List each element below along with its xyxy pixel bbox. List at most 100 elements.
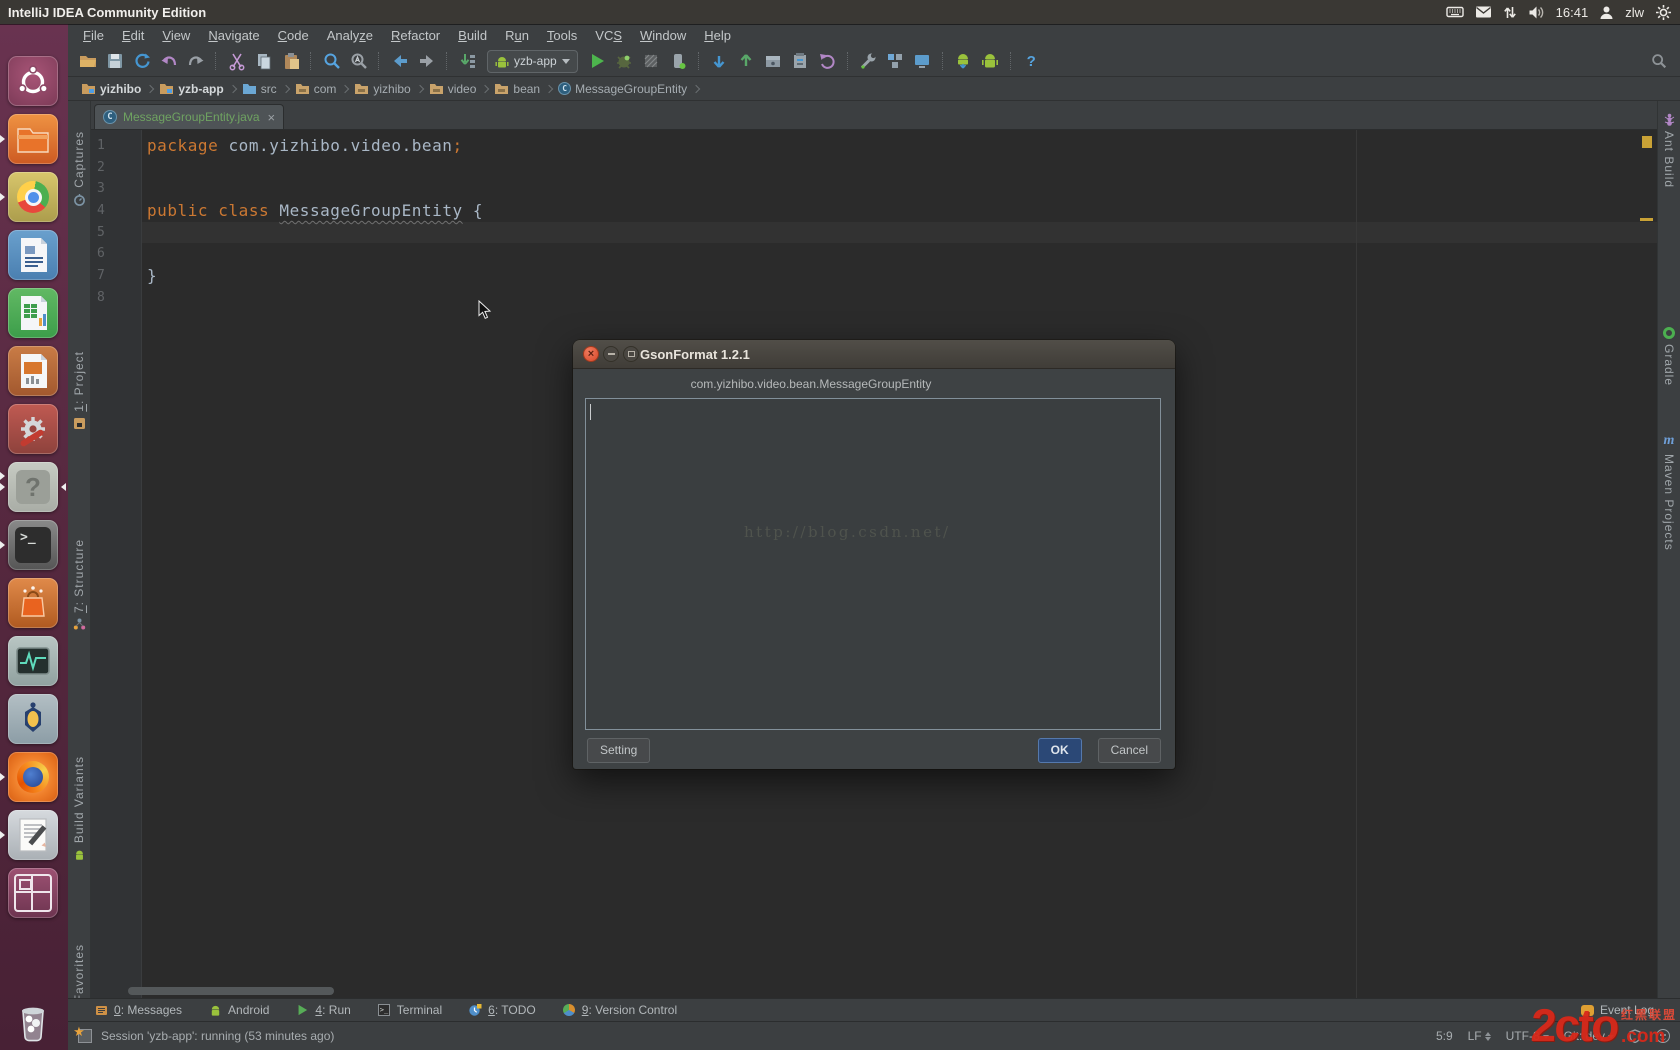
run-button[interactable]	[586, 50, 609, 73]
launcher-item-libreoffice-impress[interactable]	[8, 346, 58, 396]
launcher-item-libreoffice-calc[interactable]	[8, 288, 58, 338]
tab-close-icon[interactable]: ×	[268, 110, 276, 125]
menu-navigate[interactable]: Navigate	[199, 26, 268, 45]
replace-button[interactable]	[347, 50, 370, 73]
back-button[interactable]	[388, 50, 411, 73]
toolwindow-android[interactable]: Android	[208, 1003, 269, 1017]
breadcrumb-item-class[interactable]: CMessageGroupEntity	[555, 81, 690, 97]
attach-debugger-button[interactable]	[667, 50, 690, 73]
help-button[interactable]: ?	[1020, 50, 1043, 73]
run-configuration-select[interactable]: yzb-app	[487, 50, 578, 73]
window-minimize-button[interactable]	[603, 346, 619, 362]
menu-refactor[interactable]: Refactor	[382, 26, 449, 45]
breadcrumb-item-yzb-app[interactable]: yzb-app	[156, 81, 226, 97]
caret-position-widget[interactable]: 5:9	[1436, 1029, 1453, 1043]
paste-button[interactable]	[279, 50, 302, 73]
launcher-item-system-monitor[interactable]	[8, 636, 58, 686]
save-button[interactable]	[103, 50, 126, 73]
project-structure-button[interactable]	[884, 50, 907, 73]
sound-icon[interactable]	[1528, 5, 1545, 20]
error-stripe-warning-indicator[interactable]	[1642, 136, 1652, 148]
clock[interactable]: 16:41	[1556, 5, 1589, 20]
launcher-item-workspace-switcher[interactable]	[8, 868, 58, 918]
error-stripe-mark[interactable]	[1640, 218, 1653, 221]
open-button[interactable]	[76, 50, 99, 73]
vcs-commit-button[interactable]	[735, 50, 758, 73]
toolwindow-version-control[interactable]: 9: Version Control	[562, 1003, 677, 1017]
toolwindow-ant-build[interactable]: Ant Build	[1658, 113, 1680, 188]
menu-view[interactable]: View	[153, 26, 199, 45]
vcs-shelf-button[interactable]	[762, 50, 785, 73]
menu-file[interactable]: File	[74, 26, 113, 45]
toolwindow-build-variants[interactable]: Build Variants	[68, 756, 90, 861]
launcher-item-lantern[interactable]	[8, 694, 58, 744]
window-close-button[interactable]: ×	[583, 346, 599, 362]
debug-button[interactable]	[613, 50, 636, 73]
device-monitor-button[interactable]	[911, 50, 934, 73]
vcs-update-button[interactable]	[708, 50, 731, 73]
cancel-button[interactable]: Cancel	[1098, 738, 1161, 763]
cut-button[interactable]	[225, 50, 248, 73]
redo-button[interactable]	[184, 50, 207, 73]
toolwindow-run[interactable]: 4: Run	[295, 1003, 350, 1017]
toolwindow-todo[interactable]: 6: TODO	[468, 1003, 536, 1017]
breadcrumb-item-video[interactable]: video	[426, 81, 480, 97]
setting-button[interactable]: Setting	[587, 738, 650, 763]
menu-build[interactable]: Build	[449, 26, 496, 45]
launcher-item-dash-home[interactable]	[8, 56, 58, 106]
keyboard-icon[interactable]	[1446, 4, 1464, 20]
launcher-item-terminal[interactable]: >_	[8, 520, 58, 570]
menu-vcs[interactable]: VCS	[586, 26, 631, 45]
horizontal-scrollbar[interactable]	[128, 987, 334, 995]
copy-button[interactable]	[252, 50, 275, 73]
menu-tools[interactable]: Tools	[538, 26, 586, 45]
find-button[interactable]	[320, 50, 343, 73]
menu-edit[interactable]: Edit	[113, 26, 153, 45]
toolwindow-captures[interactable]: Captures	[68, 131, 90, 206]
launcher-item-firefox[interactable]	[8, 752, 58, 802]
breadcrumb-item-yizhibo[interactable]: yizhibo	[78, 81, 144, 97]
network-arrows-icon[interactable]	[1503, 5, 1517, 20]
toolwindow-maven-projects[interactable]: m Maven Projects	[1658, 433, 1680, 551]
toolwindow-structure[interactable]: 7: Structure	[68, 539, 90, 631]
download-sources-button[interactable]	[456, 50, 479, 73]
toolwindow-gradle[interactable]: Gradle	[1658, 327, 1680, 386]
username[interactable]: zlw	[1625, 5, 1644, 20]
vcs-changes-button[interactable]	[789, 50, 812, 73]
session-gear-icon[interactable]	[1655, 4, 1672, 21]
line-separator-widget[interactable]: LF	[1468, 1029, 1491, 1044]
menu-window[interactable]: Window	[631, 26, 695, 45]
coverage-button[interactable]	[640, 50, 663, 73]
search-everywhere-button[interactable]	[1647, 50, 1670, 73]
launcher-item-files[interactable]	[8, 114, 58, 164]
launcher-item-chrome[interactable]	[8, 172, 58, 222]
settings-button[interactable]	[857, 50, 880, 73]
sdk-manager-button[interactable]	[952, 50, 975, 73]
tab-messagegroupentity-java[interactable]: C MessageGroupEntity.java ×	[94, 104, 284, 129]
dialog-title-bar[interactable]: × GsonFormat 1.2.1	[573, 340, 1175, 369]
rollback-button[interactable]	[816, 50, 839, 73]
breadcrumb-item-com[interactable]: com	[292, 81, 340, 97]
synchronize-button[interactable]	[130, 50, 153, 73]
window-maximize-button[interactable]	[623, 346, 639, 362]
breadcrumb-item-src[interactable]: src	[239, 81, 280, 97]
launcher-item-software-center[interactable]	[8, 578, 58, 628]
launcher-item-text-editor[interactable]	[8, 810, 58, 860]
toolwindow-terminal[interactable]: >_ Terminal	[377, 1003, 442, 1017]
menu-help[interactable]: Help	[695, 26, 740, 45]
launcher-item-trash[interactable]	[8, 996, 58, 1046]
json-input-textarea[interactable]: http://blog.csdn.net/	[585, 398, 1161, 730]
avd-manager-button[interactable]	[979, 50, 1002, 73]
menu-code[interactable]: Code	[269, 26, 318, 45]
forward-button[interactable]	[415, 50, 438, 73]
undo-button[interactable]	[157, 50, 180, 73]
launcher-item-libreoffice-writer[interactable]	[8, 230, 58, 280]
launcher-item-intellij-window[interactable]: ?	[8, 462, 58, 512]
launcher-item-system-settings[interactable]	[8, 404, 58, 454]
mail-icon[interactable]	[1475, 5, 1492, 19]
menu-run[interactable]: Run	[496, 26, 538, 45]
toolwindow-project[interactable]: 1: Project	[68, 351, 90, 430]
ok-button[interactable]: OK	[1038, 738, 1082, 763]
menu-analyze[interactable]: Analyze	[318, 26, 382, 45]
breadcrumb-item-bean[interactable]: bean	[491, 81, 543, 97]
